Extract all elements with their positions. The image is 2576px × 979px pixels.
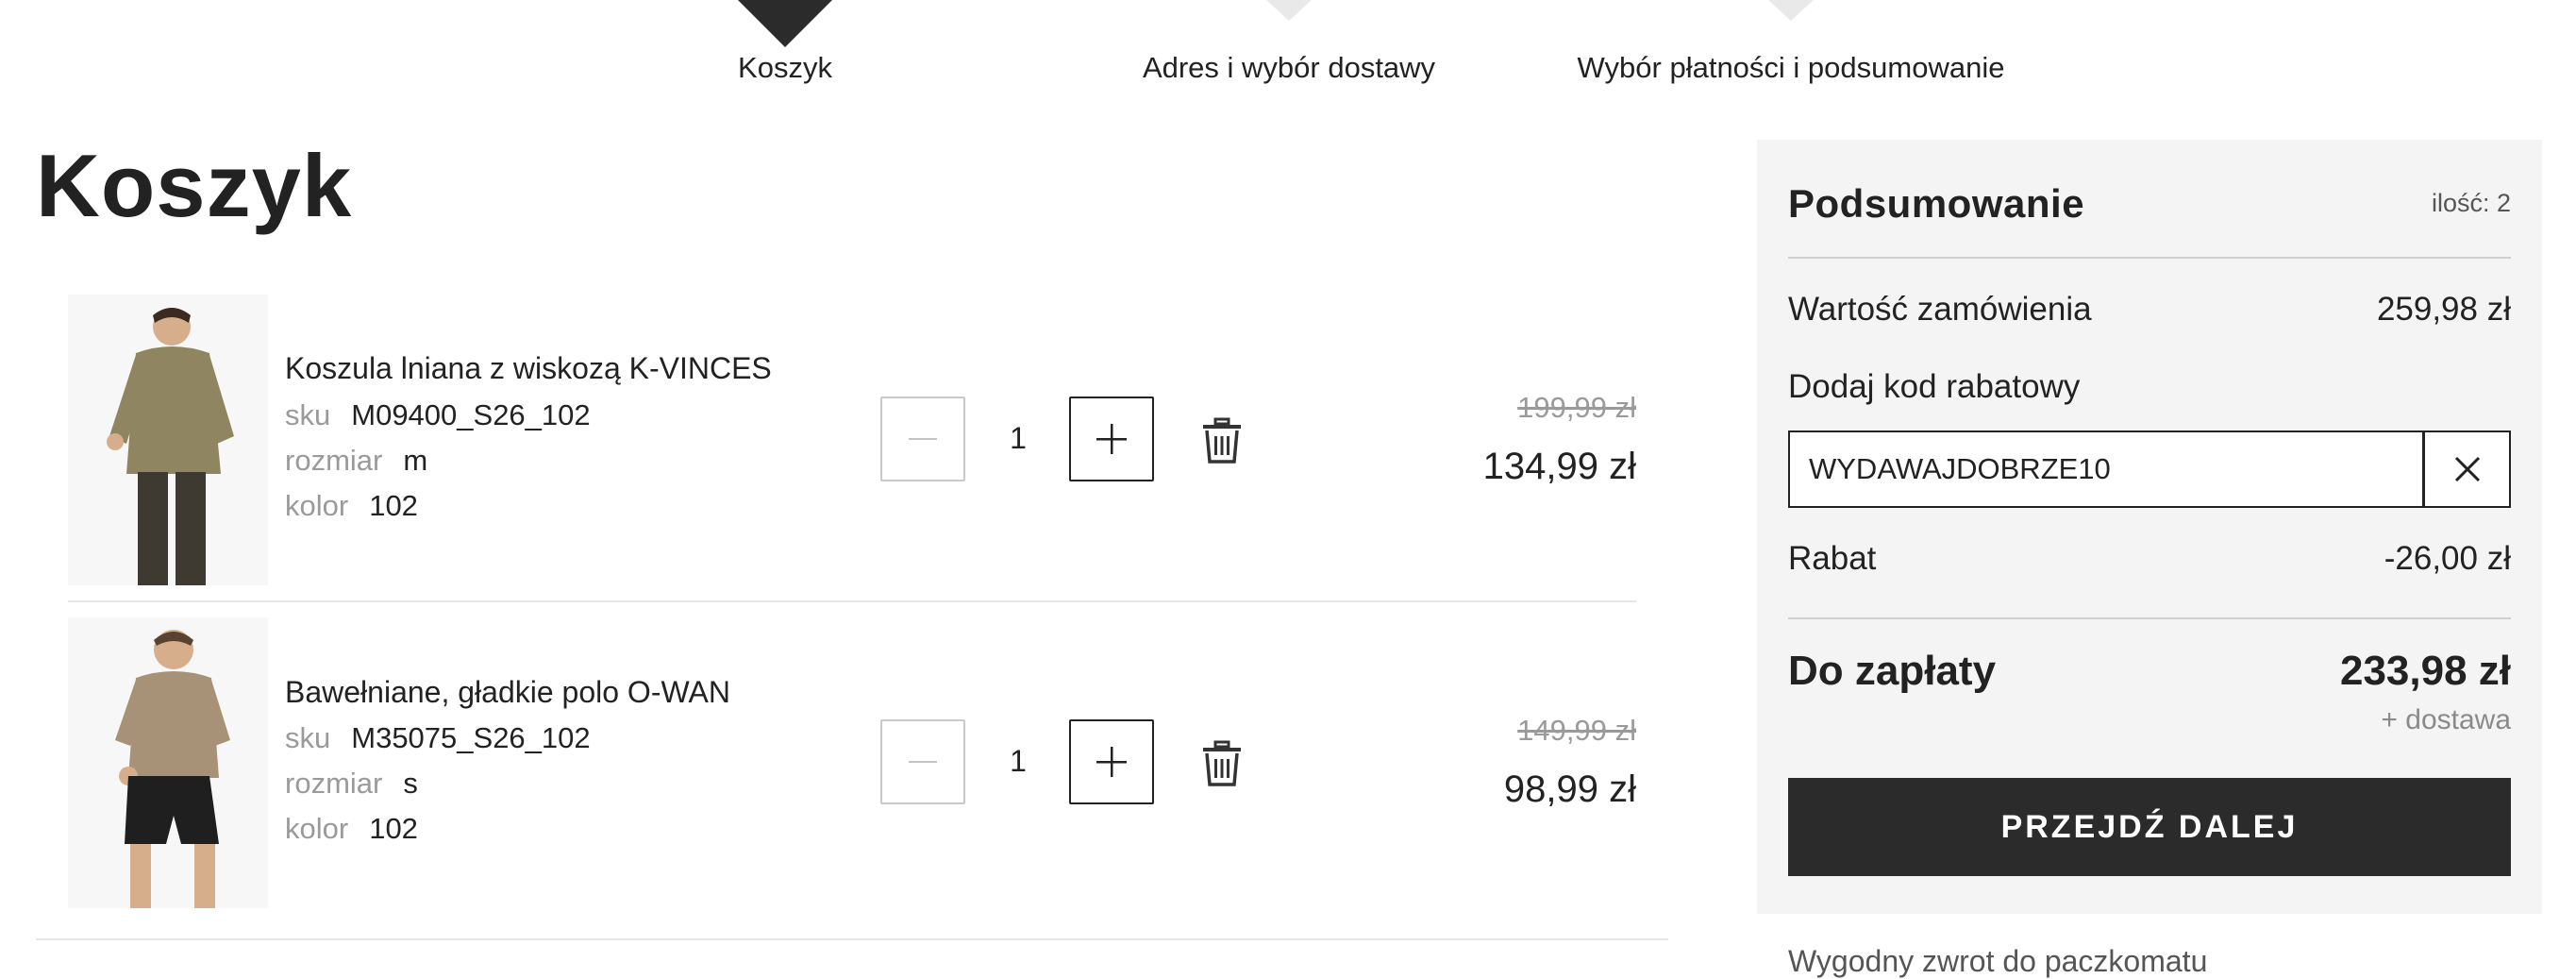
sku-value: M35075_S26_102 [351,721,591,754]
clear-discount-code-button[interactable] [2423,430,2511,508]
total-label: Do zapłaty [1788,648,1997,694]
summary-title: Podsumowanie [1788,181,2085,226]
quantity-value: 1 [1010,744,1027,778]
proceed-button[interactable]: PRZEJDŹ DALEJ [1788,778,2511,876]
step-indicator [1766,0,1815,21]
total-value: 233,98 zł [2339,648,2511,694]
trash-icon [1203,740,1241,786]
decrease-quantity-button[interactable] [880,397,965,481]
order-value-label: Wartość zamówienia [1788,291,2092,328]
item-count: ilość: 2 [2431,189,2511,217]
sku-label: sku [285,721,331,754]
discount-value: -26,00 zł [2384,540,2511,577]
color-label: kolor [285,489,349,522]
sale-price: 134,99 zł [1482,446,1636,487]
sku-value: M09400_S26_102 [351,398,591,431]
minus-icon [909,438,937,440]
increase-quantity-button[interactable] [1069,397,1154,481]
quantity-value: 1 [1010,421,1027,455]
product-name[interactable]: Koszula lniana z wiskozą K-VINCES [285,351,772,386]
size-label: rozmiar [285,767,383,800]
plus-icon [1096,747,1127,777]
trash-icon [1203,417,1241,464]
product-image[interactable] [68,617,268,908]
sku-label: sku [285,398,331,431]
size-value: m [403,444,428,477]
cart-bottom-divider [36,938,1668,940]
discount-code-input[interactable] [1788,430,2424,508]
product-photo-polo [68,617,268,908]
shipping-note: + dostawa [2381,704,2511,735]
color-value: 102 [369,812,418,845]
original-price: 149,99 zł [1517,714,1636,747]
product-size: rozmiar m [285,444,427,478]
step-indicator-active [736,0,834,47]
step-payment-summary[interactable]: Wybór płatności i podsumowanie [1578,51,2005,85]
summary-divider [1788,257,2511,259]
product-size: rozmiar s [285,767,418,801]
discount-code-label: Dodaj kod rabatowy [1788,368,2081,405]
decrease-quantity-button[interactable] [880,719,965,804]
item-divider [68,600,1636,602]
page-title: Koszyk [36,136,353,235]
product-color: kolor 102 [285,489,418,523]
original-price: 199,99 zł [1517,391,1636,424]
product-image[interactable] [68,295,268,585]
product-name[interactable]: Bawełniane, gładkie polo O-WAN [285,675,730,710]
minus-icon [909,761,937,763]
discount-label: Rabat [1788,540,1877,577]
order-value: 259,98 zł [2376,291,2511,328]
size-label: rozmiar [285,444,383,477]
color-label: kolor [285,812,349,845]
product-sku: sku M09400_S26_102 [285,398,591,432]
product-sku: sku M35075_S26_102 [285,721,591,755]
plus-icon [1096,424,1127,454]
return-info: Wygodny zwrot do paczkomatu [1788,944,2208,978]
remove-item-button[interactable] [1200,740,1244,787]
order-summary-panel: Podsumowanie ilość: 2 Wartość zamówienia… [1757,140,2542,914]
remove-item-button[interactable] [1200,417,1244,464]
summary-divider [1788,617,2511,619]
sale-price: 98,99 zł [1503,768,1636,810]
step-indicator [1264,0,1313,21]
size-value: s [403,767,418,800]
close-icon [2454,456,2480,482]
step-address-delivery[interactable]: Adres i wybór dostawy [1143,51,1435,85]
increase-quantity-button[interactable] [1069,719,1154,804]
color-value: 102 [369,489,418,522]
product-color: kolor 102 [285,812,418,846]
product-photo-shirt [68,295,268,585]
step-cart[interactable]: Koszyk [738,51,832,85]
